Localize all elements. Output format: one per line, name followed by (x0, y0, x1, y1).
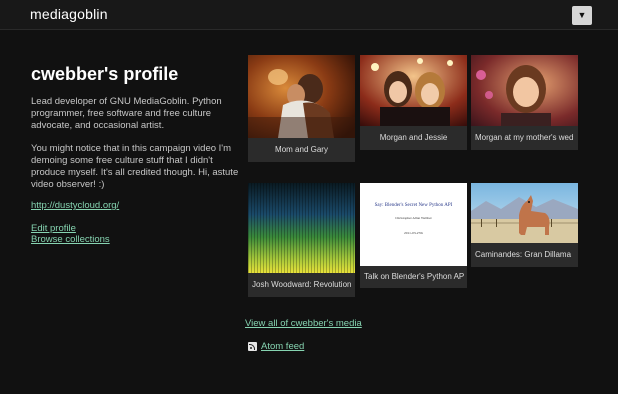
presentation-slide: Say: Blender's Secret New Python API Chr… (360, 183, 467, 266)
photo-couple-dancing (248, 55, 355, 138)
thumbnail-caption: Josh Woodward: Revolution (252, 280, 352, 289)
slide-author: Christopher Allan Webber (395, 216, 432, 220)
atom-feed-link[interactable]: Atom feed (261, 341, 304, 352)
browse-collections-link[interactable]: Browse collections (31, 234, 110, 245)
profile-bio: Lead developer of GNU MediaGoblin. Pytho… (31, 96, 241, 202)
edit-profile-link[interactable]: Edit profile (31, 223, 76, 234)
top-bar: mediagoblin ▼ (0, 0, 618, 30)
media-thumbnail[interactable]: Morgan and Jessie (360, 55, 467, 150)
photo-smiling-woman (471, 55, 578, 126)
photo-two-women (360, 55, 467, 126)
thumbnail-caption: Morgan and Jessie (379, 133, 448, 142)
slide-date: 2011-03-27th (404, 231, 423, 235)
chevron-down-icon: ▼ (577, 10, 587, 20)
site-logo[interactable]: mediagoblin (30, 6, 108, 22)
media-thumbnail[interactable]: Caminandes: Gran Dillama (471, 183, 578, 267)
website-link[interactable]: http://dustycloud.org/ (31, 200, 119, 211)
view-all-media-link[interactable]: View all of cwebber's media (245, 318, 362, 329)
media-thumbnail[interactable]: Say: Blender's Secret New Python API Chr… (360, 183, 467, 288)
media-thumbnail[interactable]: Josh Woodward: Revolution (248, 183, 355, 297)
thumbnail-caption: Mom and Gary (275, 145, 328, 154)
page-title: cwebber's profile (31, 64, 179, 84)
thumbnail-caption: Morgan at my mother's wed (475, 133, 574, 142)
thumbnail-caption: Caminandes: Gran Dillama (475, 250, 572, 259)
media-thumbnail[interactable]: Morgan at my mother's wed (471, 55, 578, 150)
bio-paragraph: Lead developer of GNU MediaGoblin. Pytho… (31, 96, 222, 131)
bio-paragraph: You might notice that in this campaign v… (31, 143, 239, 190)
slide-title: Say: Blender's Secret New Python API (374, 203, 453, 208)
audio-spectrogram (248, 183, 355, 273)
photo-llama-cartoon (471, 183, 578, 243)
header-dropdown-button[interactable]: ▼ (572, 6, 592, 25)
rss-icon (248, 342, 257, 351)
media-thumbnail[interactable]: Mom and Gary (248, 55, 355, 162)
atom-feed[interactable]: Atom feed (248, 341, 304, 352)
thumbnail-caption: Talk on Blender's Python AP (364, 272, 465, 281)
